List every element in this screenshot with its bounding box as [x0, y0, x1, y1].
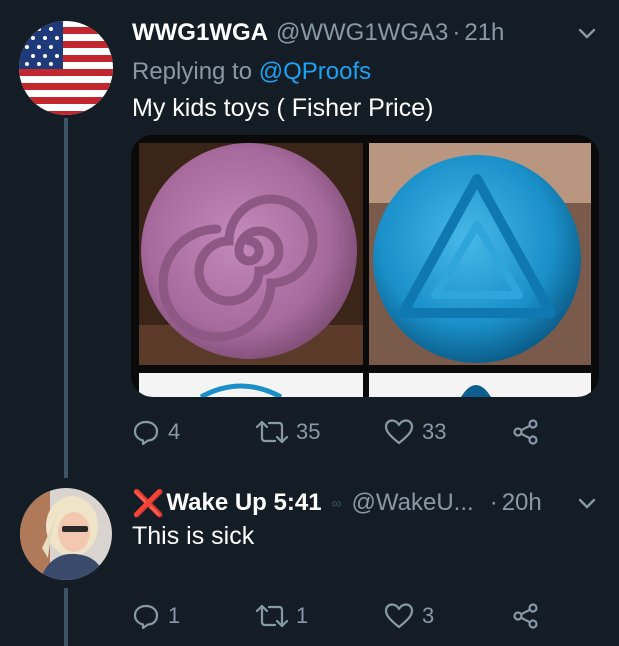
tweet-header: ❌ Wake Up 5:41 ∞ @WakeU... · 20h: [132, 486, 542, 520]
x-mark-emoji: ❌: [132, 487, 165, 518]
share-button[interactable]: [512, 418, 540, 446]
display-name[interactable]: WWG1WGA: [132, 19, 268, 47]
share-button[interactable]: [512, 602, 540, 630]
timestamp[interactable]: 21h: [464, 19, 504, 47]
heart-icon: [384, 419, 414, 445]
chevron-down-icon[interactable]: [577, 24, 597, 44]
retweet-count: 35: [296, 419, 321, 444]
reply-count: 1: [168, 603, 181, 628]
retweet-icon: [256, 604, 288, 628]
tweet-text: This is sick: [132, 522, 255, 550]
like-button[interactable]: 33: [384, 418, 446, 446]
tweet-1[interactable]: WWG1WGA @WWG1WGA3 · 21h Replying to @QPr…: [0, 0, 619, 470]
retweet-button[interactable]: 1: [256, 602, 308, 630]
replying-to: Replying to @QProofs: [132, 58, 371, 86]
heart-icon: [384, 603, 414, 629]
display-name[interactable]: Wake Up 5:41: [166, 489, 321, 517]
handle[interactable]: @WWG1WGA3: [276, 19, 448, 47]
tweet-media[interactable]: [131, 135, 599, 397]
share-icon: [513, 603, 538, 629]
reply-button[interactable]: 4: [132, 418, 180, 446]
action-bar: 4 35 33: [132, 414, 592, 450]
retweet-icon: [256, 420, 288, 444]
separator: ·: [489, 489, 498, 516]
retweet-count: 1: [296, 603, 309, 628]
share-icon: [513, 419, 538, 445]
avatar[interactable]: [19, 21, 113, 115]
like-count: 3: [422, 603, 435, 628]
chevron-down-icon[interactable]: [577, 494, 597, 514]
tweet-header: WWG1WGA @WWG1WGA3 · 21h: [132, 16, 504, 50]
like-count: 33: [422, 419, 447, 444]
separator: ·: [452, 19, 461, 46]
action-bar: 1 1 3: [132, 598, 592, 634]
handle[interactable]: @WakeU...: [352, 489, 474, 517]
flag-avatar-image: [19, 21, 113, 115]
like-button[interactable]: 3: [384, 602, 434, 630]
reply-icon: [133, 604, 159, 630]
avatar[interactable]: [20, 488, 112, 580]
retweet-button[interactable]: 35: [256, 418, 320, 446]
reply-button[interactable]: 1: [132, 602, 180, 630]
replying-mention-link[interactable]: @QProofs: [259, 58, 371, 85]
tweet-text: My kids toys ( Fisher Price): [132, 94, 434, 122]
reply-icon: [133, 420, 159, 446]
muted-glyph: ∞: [331, 495, 342, 511]
toy-photos-image: [131, 135, 599, 397]
user-avatar-image: [20, 488, 112, 580]
replying-prefix: Replying to: [132, 58, 253, 85]
tweet-2[interactable]: ❌ Wake Up 5:41 ∞ @WakeU... · 20h This is…: [0, 470, 619, 646]
timestamp[interactable]: 20h: [502, 489, 542, 517]
reply-count: 4: [168, 419, 181, 444]
